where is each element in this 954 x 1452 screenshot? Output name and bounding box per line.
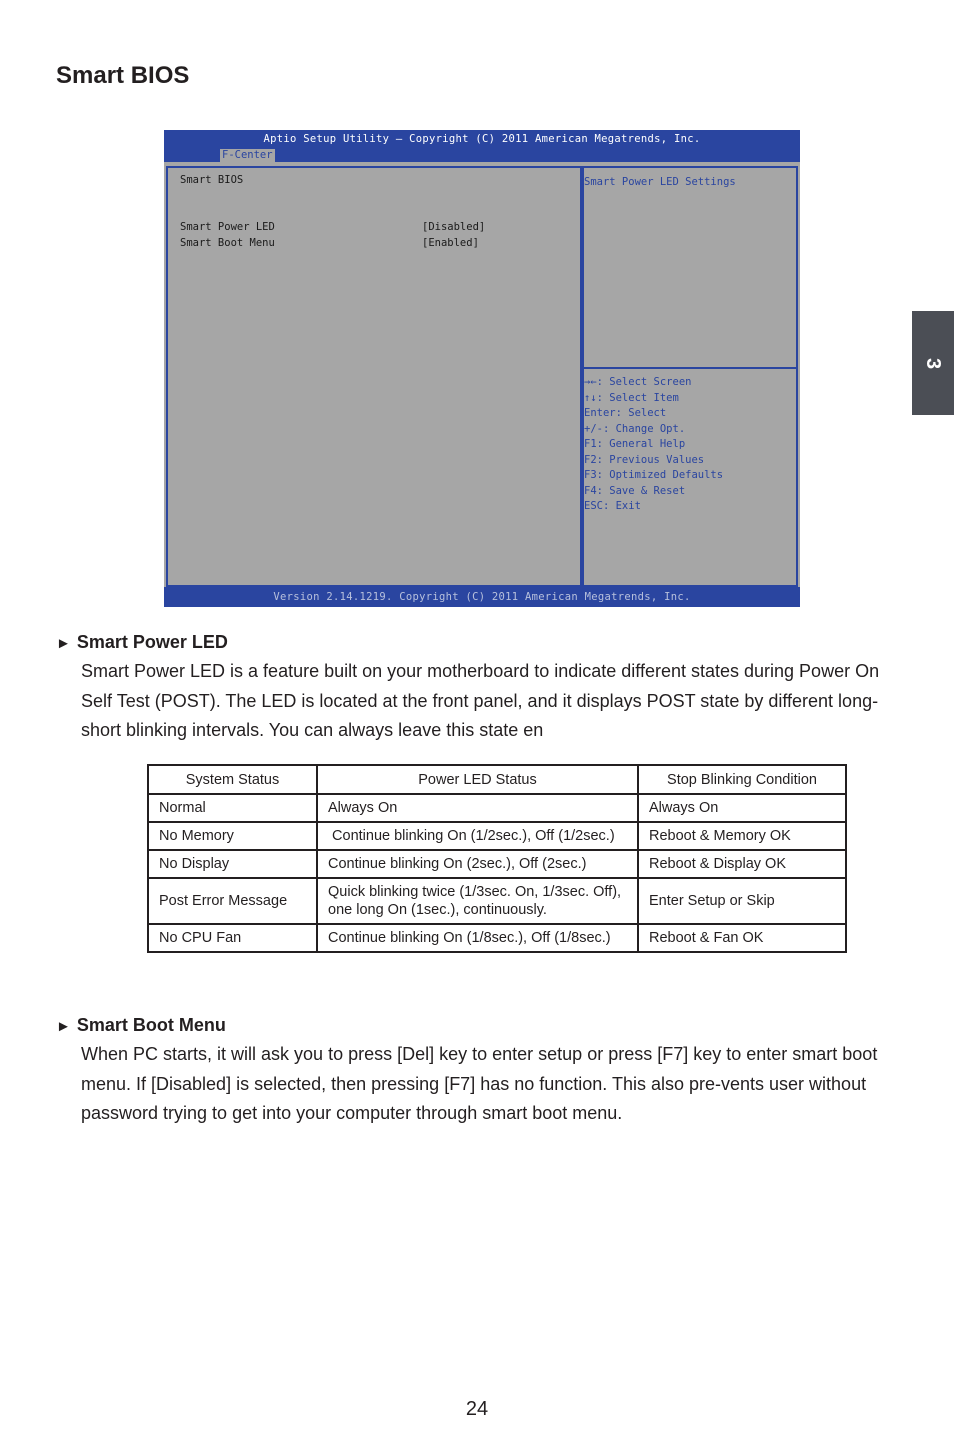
bios-main-panel: Smart BIOS Smart Power LED [Disabled] Sm… — [166, 166, 584, 587]
table-row: No Memory Continue blinking On (1/2sec.)… — [147, 821, 847, 851]
bios-title: Aptio Setup Utility – Copyright (C) 2011… — [263, 133, 701, 145]
page-title: Smart BIOS — [56, 62, 190, 89]
bios-section-title: Smart BIOS — [180, 174, 244, 186]
chapter-number: 3 — [922, 357, 945, 369]
key-hint-f2: F2: Previous Values — [584, 453, 705, 466]
table-row: Normal Always On Always On — [147, 793, 847, 823]
bios-tab-f-center[interactable]: F-Center — [220, 149, 275, 162]
table-cell: Always On — [316, 793, 639, 823]
page-number: 24 — [465, 1398, 489, 1420]
bios-item-smart-power-led-label[interactable]: Smart Power LED — [180, 221, 275, 233]
bios-help-panel: Smart Power LED Settings →←: Select Scre… — [580, 166, 798, 587]
key-hint-change-opt: +/-: Change Opt. — [584, 422, 686, 435]
table-cell: Normal — [147, 793, 318, 823]
table-cell: Reboot & Fan OK — [637, 923, 847, 953]
triangle-bullet-icon: ► — [56, 1018, 71, 1035]
table-cell: Continue blinking On (1/2sec.), Off (1/2… — [316, 821, 639, 851]
table-header-power-led-status: Power LED Status — [316, 764, 639, 795]
key-hint-esc: ESC: Exit — [584, 500, 641, 512]
bios-item-smart-boot-menu-value[interactable]: [Enabled] — [422, 237, 479, 249]
table-cell: Post Error Message — [147, 877, 318, 925]
bios-header: Aptio Setup Utility – Copyright (C) 2011… — [164, 130, 800, 162]
section-heading-smart-boot-menu: ► Smart Boot Menu — [56, 1015, 226, 1036]
key-hint-select-item: ↑↓: Select Item — [584, 391, 679, 404]
bios-item-smart-power-led-value[interactable]: [Disabled] — [422, 221, 485, 233]
table-header-row: System Status Power LED Status Stop Blin… — [147, 764, 847, 795]
table-row: No Display Continue blinking On (2sec.),… — [147, 849, 847, 879]
key-hint-select-screen: →←: Select Screen — [584, 376, 692, 388]
section-heading-text: Smart Power LED — [76, 632, 228, 652]
table-cell: Always On — [637, 793, 847, 823]
table-cell: Reboot & Memory OK — [637, 821, 847, 851]
bios-help-divider — [582, 367, 796, 369]
key-hint-f3: F3: Optimized Defaults — [584, 469, 724, 481]
table-header-stop-blinking-condition: Stop Blinking Condition — [637, 764, 847, 795]
key-hint-f4: F4: Save & Reset — [584, 484, 686, 497]
table-cell: Continue blinking On (1/8sec.), Off (1/8… — [316, 923, 639, 953]
table-cell: No CPU Fan — [147, 923, 318, 953]
bios-key-legend: →←: Select Screen ↑↓: Select Item Enter:… — [584, 375, 723, 515]
table-row: Post Error Message Quick blinking twice … — [147, 877, 847, 925]
bios-help-title: Smart Power LED Settings — [584, 176, 736, 188]
power-led-status-table: System Status Power LED Status Stop Blin… — [147, 764, 847, 953]
table-cell: Quick blinking twice (1/3sec. On, 1/3sec… — [316, 877, 639, 925]
table-header-system-status: System Status — [147, 764, 318, 795]
key-hint-enter: Enter: Select — [584, 407, 667, 419]
table-cell: Enter Setup or Skip — [637, 877, 847, 925]
section-heading-text: Smart Boot Menu — [76, 1015, 226, 1035]
table-row: No CPU Fan Continue blinking On (1/8sec.… — [147, 923, 847, 953]
bios-screenshot: Aptio Setup Utility – Copyright (C) 2011… — [164, 130, 800, 607]
bios-footer: Version 2.14.1219. Copyright (C) 2011 Am… — [164, 587, 800, 607]
section-body-smart-power-led: Smart Power LED is a feature built on yo… — [81, 661, 880, 740]
chapter-tab: 3 — [912, 311, 954, 415]
table-cell: Continue blinking On (2sec.), Off (2sec.… — [316, 849, 639, 879]
table-cell: No Memory — [147, 821, 318, 851]
table-cell: Reboot & Display OK — [637, 849, 847, 879]
table-cell: No Display — [147, 849, 318, 879]
section-body-smart-boot-menu: When PC starts, it will ask you to press… — [81, 1044, 878, 1123]
bios-item-smart-boot-menu-label[interactable]: Smart Boot Menu — [180, 237, 275, 249]
triangle-bullet-icon: ► — [56, 635, 71, 652]
key-hint-f1: F1: General Help — [584, 438, 686, 450]
section-heading-smart-power-led: ► Smart Power LED — [56, 632, 228, 653]
